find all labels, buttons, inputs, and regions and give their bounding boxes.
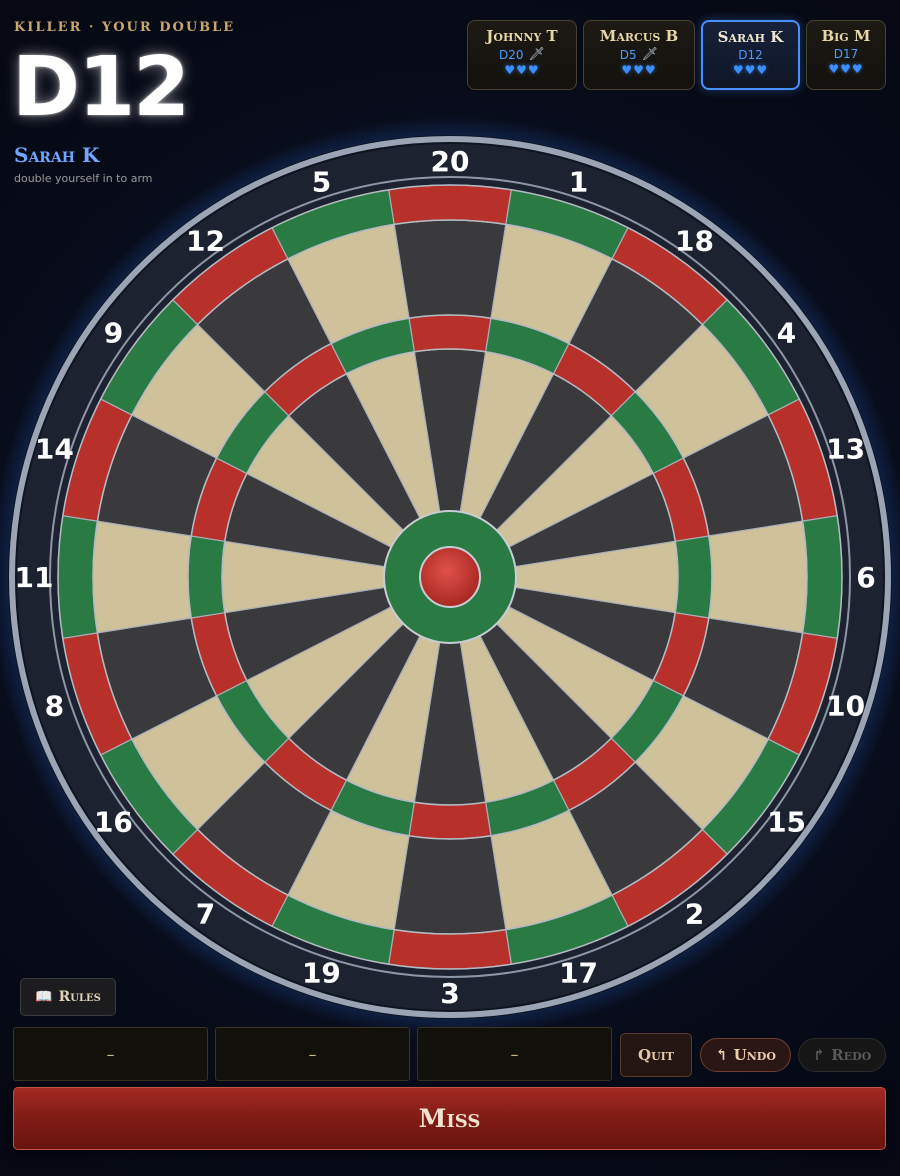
segment-number-6: 6 [856, 561, 875, 594]
segment-number-8: 8 [45, 690, 64, 723]
segment-number-12: 12 [186, 224, 225, 257]
treble-20[interactable] [408, 314, 492, 353]
segment-number-1: 1 [569, 165, 588, 198]
segment-number-14: 14 [35, 432, 74, 465]
undo-button[interactable]: ↰ Undo [700, 1038, 791, 1072]
bullseye[interactable] [419, 546, 481, 608]
segment-number-7: 7 [196, 898, 215, 931]
undo-label: Undo [733, 1046, 776, 1064]
segment-number-9: 9 [104, 316, 123, 349]
treble-3[interactable] [408, 801, 492, 840]
segment-number-3: 3 [440, 977, 459, 1010]
segment-number-17: 17 [559, 957, 598, 990]
double-6[interactable] [801, 514, 843, 640]
segment-number-20: 20 [431, 145, 470, 178]
book-icon: 📖 [35, 989, 53, 1005]
segment-number-16: 16 [94, 806, 133, 839]
undo-icon: ↰ [715, 1046, 728, 1064]
segment-number-2: 2 [685, 898, 704, 931]
segment-number-5: 5 [312, 165, 331, 198]
outer-single-3[interactable] [393, 835, 507, 935]
double-3[interactable] [387, 928, 513, 970]
throw-slot-3: – [417, 1027, 612, 1081]
segment-number-13: 13 [826, 432, 865, 465]
throw-slot-2: – [215, 1027, 410, 1081]
throw-slot-1: – [13, 1027, 208, 1081]
rules-label: Rules [58, 989, 101, 1005]
quit-button[interactable]: Quit [620, 1033, 692, 1077]
outer-single-20[interactable] [393, 219, 507, 319]
double-20[interactable] [387, 184, 513, 226]
treble-6[interactable] [674, 535, 713, 619]
segment-number-15: 15 [767, 806, 806, 839]
segment-number-10: 10 [826, 690, 865, 723]
segment-number-19: 19 [302, 957, 341, 990]
dartboard: 20 1 18 4 13 6 10 15 2 17 3 19 7 16 8 11 14 9 12 5 [0, 117, 900, 1037]
outer-single-6[interactable] [708, 520, 808, 634]
redo-label: Redo [831, 1046, 872, 1064]
redo-icon: ↱ [812, 1046, 826, 1064]
outer-single-11[interactable] [92, 520, 192, 634]
miss-button[interactable]: Miss [13, 1087, 886, 1150]
segment-number-4: 4 [777, 316, 796, 349]
segment-number-11: 11 [15, 561, 54, 594]
rules-button[interactable]: 📖 Rules [20, 978, 116, 1016]
redo-button[interactable]: ↱ Redo [798, 1038, 886, 1072]
segment-number-18: 18 [675, 224, 714, 257]
treble-11[interactable] [187, 535, 226, 619]
double-11[interactable] [57, 514, 99, 640]
